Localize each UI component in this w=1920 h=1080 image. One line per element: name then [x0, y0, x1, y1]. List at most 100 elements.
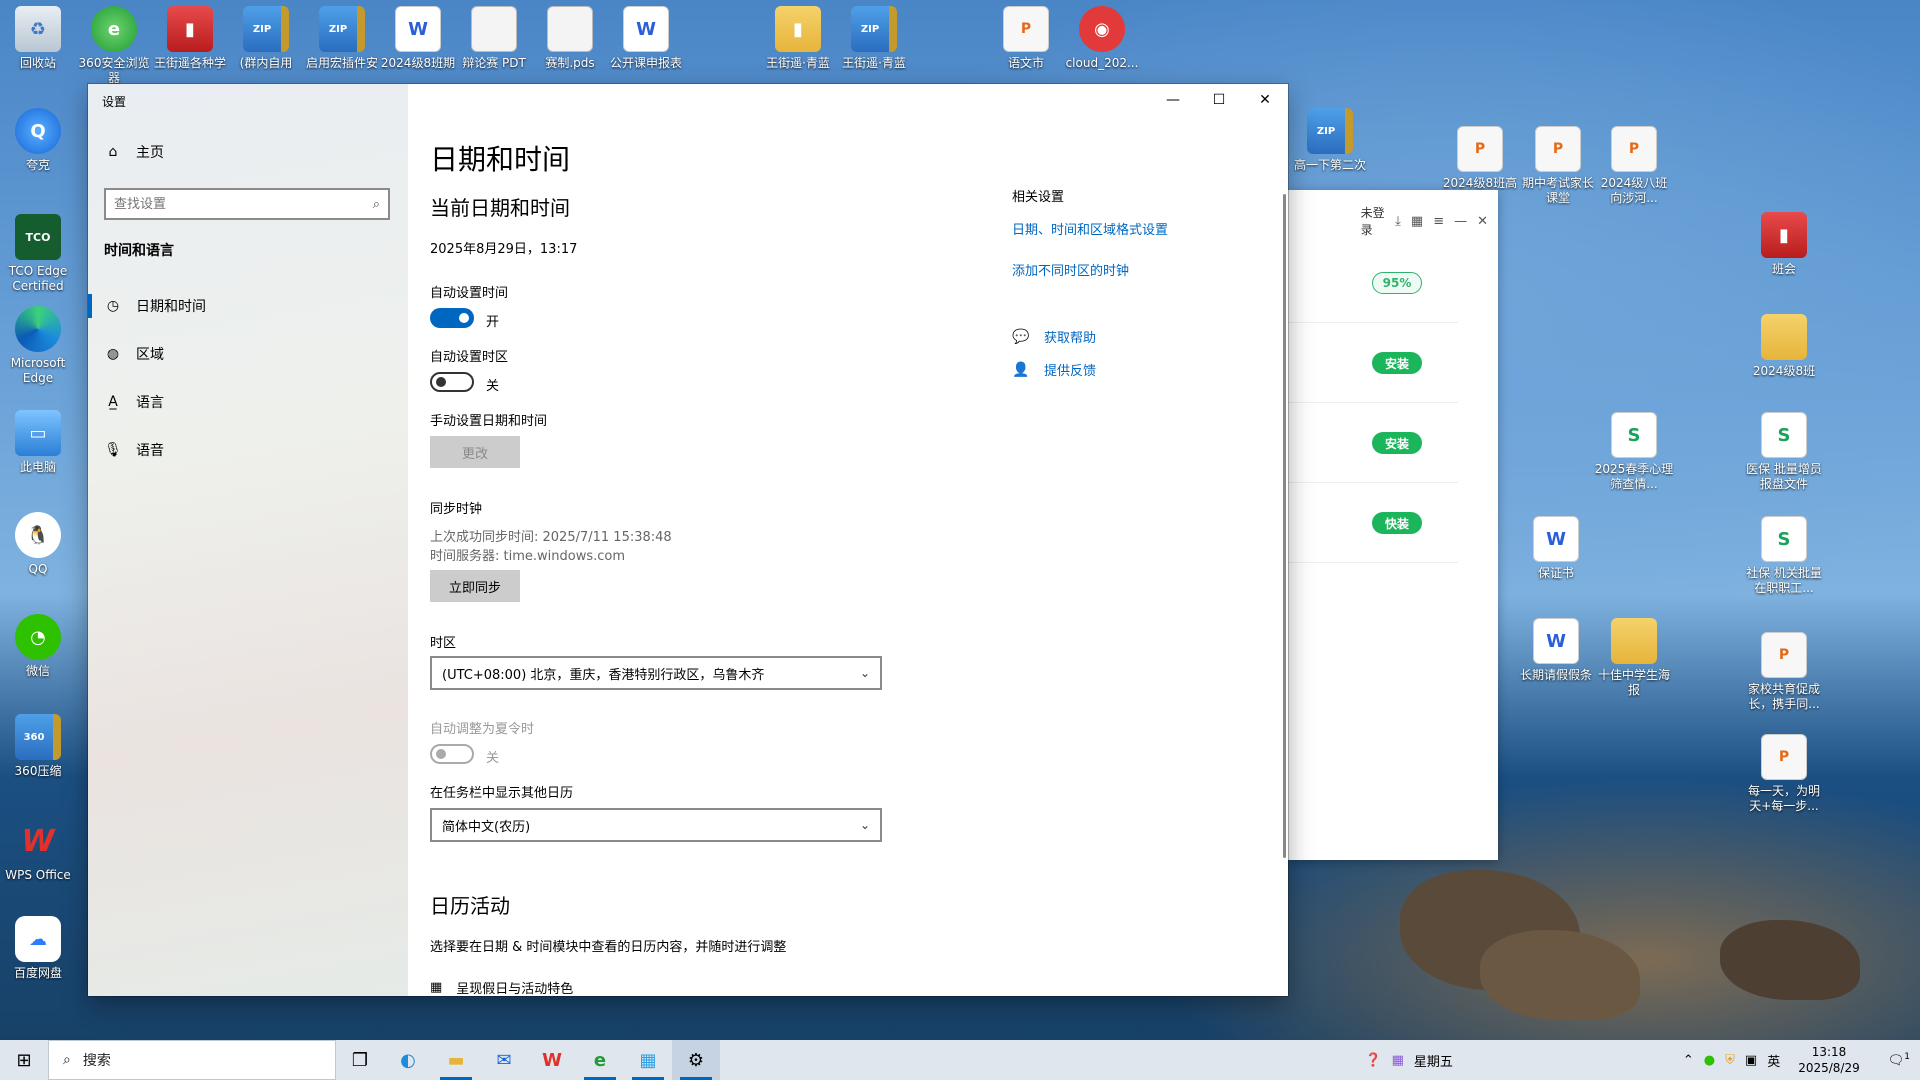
- desktop-shortcut[interactable]: ▭ 此电脑: [0, 410, 78, 475]
- desktop-shortcut[interactable]: ◉ cloud_202...: [1062, 6, 1142, 71]
- desktop-shortcut[interactable]: ☁ 百度网盘: [0, 916, 78, 981]
- desktop-shortcut[interactable]: P 家校共育促成长，携手同...: [1744, 632, 1824, 712]
- desktop-shortcut[interactable]: ◔ 微信: [0, 614, 78, 679]
- file-explorer-icon[interactable]: ▬: [432, 1040, 480, 1080]
- taskbar-search[interactable]: ⌕ 搜索: [48, 1040, 336, 1080]
- desktop-shortcut[interactable]: P 2024级8班高: [1440, 126, 1520, 191]
- close-icon[interactable]: ✕: [1477, 214, 1488, 229]
- desktop-shortcut[interactable]: ZIP 启用宏插件安: [302, 6, 382, 71]
- install-button[interactable]: 安装: [1372, 432, 1422, 454]
- outlook-icon[interactable]: ✉: [480, 1040, 528, 1080]
- sidebar-item-speech[interactable]: 🎙 语音: [88, 426, 408, 474]
- word-doc-icon: W: [1533, 618, 1579, 664]
- desktop-shortcut[interactable]: P 语文市: [986, 6, 1066, 71]
- desktop-shortcut[interactable]: ZIP 高一下第二次: [1290, 108, 1370, 173]
- desktop-shortcut[interactable]: 🐧 QQ: [0, 512, 78, 577]
- auto-timezone-toggle[interactable]: [430, 372, 474, 392]
- search-icon[interactable]: ⌕: [373, 197, 380, 212]
- content-scrollbar[interactable]: [1283, 194, 1286, 858]
- 360-browser-icon[interactable]: e: [576, 1040, 624, 1080]
- maximize-button[interactable]: ☐: [1196, 84, 1242, 116]
- change-button[interactable]: 更改: [430, 436, 520, 468]
- wps-icon[interactable]: W: [528, 1040, 576, 1080]
- desktop-shortcut[interactable]: W 公开课申报表: [606, 6, 686, 71]
- desktop-shortcut[interactable]: S 医保 批量增员报盘文件: [1744, 412, 1824, 492]
- date-time-region-format-link[interactable]: 日期、时间和区域格式设置: [1012, 219, 1272, 238]
- settings-gear-icon[interactable]: ⚙: [672, 1040, 720, 1080]
- quick-install-button[interactable]: 快装: [1372, 512, 1422, 534]
- chevron-up-icon[interactable]: ⌃: [1683, 1053, 1694, 1068]
- add-clocks-link[interactable]: 添加不同时区的时钟: [1012, 260, 1272, 279]
- ime-mode-icon[interactable]: ▣: [1745, 1053, 1757, 1068]
- login-status[interactable]: 未登录: [1361, 204, 1386, 238]
- desktop-shortcut[interactable]: ♻ 回收站: [0, 6, 78, 71]
- related-settings: 相关设置 日期、时间和区域格式设置 添加不同时区的时钟 💬 获取帮助 👤 提供反…: [1012, 186, 1272, 379]
- sidebar-item-region[interactable]: ◍ 区域: [88, 330, 408, 378]
- task-view-icon[interactable]: ❐: [336, 1040, 384, 1080]
- desktop-shortcut-label: 王街遥各种学: [153, 56, 226, 70]
- desktop-shortcut[interactable]: 赛制.pds: [530, 6, 610, 71]
- ime-language[interactable]: 英: [1767, 1051, 1780, 1070]
- desktop-shortcut[interactable]: ▮ 班会: [1744, 212, 1824, 277]
- minimize-button[interactable]: —: [1150, 84, 1196, 116]
- minimize-icon[interactable]: —: [1454, 214, 1467, 229]
- desktop-shortcut[interactable]: Q 夸克: [0, 108, 78, 173]
- desktop-shortcut[interactable]: ▮ 王街遥各种学: [150, 6, 230, 71]
- desktop-shortcut[interactable]: P 2024级八班 向涉河...: [1594, 126, 1674, 206]
- quark-icon: Q: [15, 108, 61, 154]
- feedback-row[interactable]: 👤 提供反馈: [1012, 360, 1272, 380]
- settings-search[interactable]: ⌕: [104, 188, 390, 220]
- holiday-row: ▦ 呈现假日与活动特色: [430, 978, 573, 996]
- download-icon[interactable]: ⤓: [1395, 214, 1401, 229]
- desktop-shortcut-label: 班会: [1771, 262, 1796, 276]
- desktop-shortcut[interactable]: ZIP 王街遥·青蓝: [834, 6, 914, 71]
- clock[interactable]: 13:18 2025/8/29: [1790, 1044, 1868, 1076]
- desktop-shortcut-label: 十佳中学生海报: [1597, 668, 1670, 697]
- calendar-dropdown[interactable]: 简体中文(农历) ⌄: [430, 808, 882, 842]
- auto-time-toggle[interactable]: [430, 308, 474, 328]
- sync-now-button[interactable]: 立即同步: [430, 570, 520, 602]
- desktop-shortcut[interactable]: ZIP (群内自用: [226, 6, 306, 71]
- get-help-row[interactable]: 💬 获取帮助: [1012, 327, 1272, 347]
- desktop-shortcut-label: 语文市: [1007, 56, 1044, 70]
- desktop-shortcut[interactable]: Microsoft Edge: [0, 306, 78, 386]
- edge-icon[interactable]: ◐: [384, 1040, 432, 1080]
- close-button[interactable]: ✕: [1242, 84, 1288, 116]
- help-tray-icon[interactable]: ❓: [1365, 1053, 1381, 1068]
- sidebar-item-label: 日期和时间: [136, 299, 206, 315]
- desktop-shortcut[interactable]: W 长期请假假条: [1516, 618, 1596, 683]
- sidebar-item-language[interactable]: A̲ 语言: [88, 378, 408, 426]
- search-input[interactable]: [114, 196, 373, 212]
- install-button[interactable]: 安装: [1372, 352, 1422, 374]
- menu-icon[interactable]: ≡: [1433, 214, 1444, 229]
- desktop-shortcut[interactable]: W WPS Office: [0, 818, 78, 883]
- get-help-link[interactable]: 获取帮助: [1044, 327, 1096, 346]
- desktop-shortcut[interactable]: 360 360压缩: [0, 714, 78, 779]
- desktop-shortcut[interactable]: S 2025春季心理筛查情...: [1594, 412, 1674, 492]
- sidebar-item-date-time[interactable]: ◷ 日期和时间: [88, 282, 408, 330]
- wechat-tray-icon[interactable]: ●: [1704, 1053, 1715, 1068]
- timezone-dropdown[interactable]: (UTC+08:00) 北京，重庆，香港特别行政区，乌鲁木齐 ⌄: [430, 656, 882, 690]
- desktop-shortcut-label: 社保 机关批量在职职工...: [1746, 566, 1822, 595]
- desktop-shortcut[interactable]: P 每一天，为明天+每一步...: [1744, 734, 1824, 814]
- windows-start-icon[interactable]: ⊞: [0, 1040, 48, 1080]
- sidebar-home[interactable]: ⌂ 主页: [104, 142, 164, 162]
- desktop-shortcut[interactable]: W 2024级8班期: [378, 6, 458, 71]
- calendar-tray-icon[interactable]: ▦: [1392, 1053, 1404, 1068]
- desktop-shortcut[interactable]: W 保证书: [1516, 516, 1596, 581]
- desktop-shortcut[interactable]: 十佳中学生海报: [1594, 618, 1674, 698]
- desktop-shortcut[interactable]: 2024级8班: [1744, 314, 1824, 379]
- dst-toggle[interactable]: [430, 744, 474, 764]
- app-manager-icon[interactable]: ▦: [624, 1040, 672, 1080]
- desktop-shortcut[interactable]: S 社保 机关批量在职职工...: [1744, 516, 1824, 596]
- grid-icon[interactable]: ▦: [1411, 214, 1423, 229]
- feedback-link[interactable]: 提供反馈: [1044, 360, 1096, 379]
- desktop-shortcut[interactable]: TCO TCO Edge Certified: [0, 214, 78, 294]
- shield-icon[interactable]: ⛨: [1725, 1053, 1735, 1068]
- desktop-shortcut[interactable]: e 360安全浏览器: [74, 6, 154, 86]
- zip-icon: ZIP: [319, 6, 365, 52]
- desktop-shortcut[interactable]: ▮ 王街遥·青蓝: [758, 6, 838, 71]
- notification-icon[interactable]: 🗨1: [1878, 1052, 1920, 1068]
- desktop-shortcut[interactable]: 辩论赛 PDT: [454, 6, 534, 71]
- desktop-shortcut[interactable]: P 期中考试家长课堂: [1518, 126, 1598, 206]
